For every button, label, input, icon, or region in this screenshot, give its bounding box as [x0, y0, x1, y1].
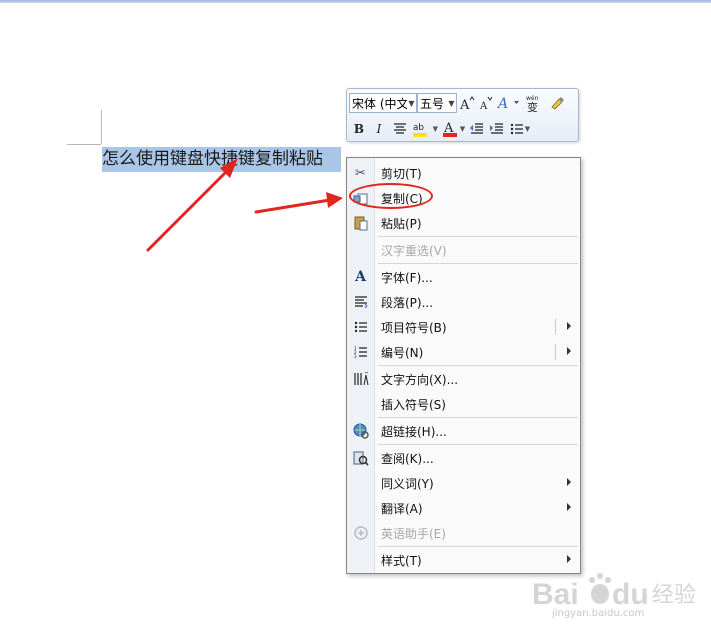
svg-text:du: du — [612, 578, 649, 611]
annotation-arrows — [146, 158, 343, 252]
svg-text:Bai: Bai — [532, 578, 579, 611]
arrow-to-copy-item — [254, 192, 343, 214]
watermark-site-url: jingyan.baidu.com — [552, 608, 645, 619]
svg-text:经验: 经验 — [652, 583, 696, 608]
paw-logo-icon — [589, 573, 611, 604]
arrow-to-selected-text — [146, 158, 238, 252]
baidu-jingyan-watermark: Bai du 经验 — [532, 573, 696, 611]
